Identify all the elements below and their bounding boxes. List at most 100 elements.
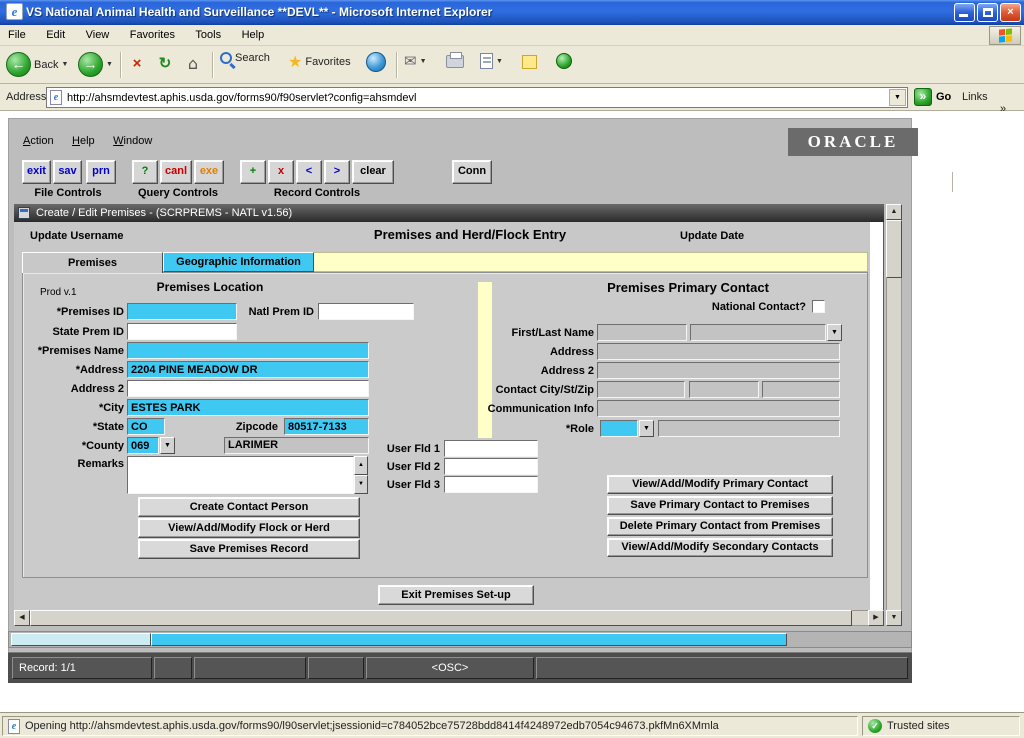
- role-dropdown-icon[interactable]: ▼: [639, 420, 654, 437]
- scroll-up-icon[interactable]: ▲: [886, 204, 902, 220]
- forward-button[interactable]: → ▼: [78, 52, 113, 77]
- query-button[interactable]: ?: [132, 160, 158, 184]
- delete-record-button[interactable]: x: [268, 160, 294, 184]
- create-contact-person-button[interactable]: Create Contact Person: [138, 497, 360, 517]
- search-button[interactable]: Search: [220, 52, 270, 64]
- stop-button[interactable]: ×: [126, 52, 148, 74]
- applet-menu-help[interactable]: Help: [65, 132, 102, 150]
- forward-dropdown-icon[interactable]: ▼: [106, 61, 113, 68]
- links-button[interactable]: Links »: [962, 91, 1024, 115]
- delete-primary-contact-button[interactable]: Delete Primary Contact from Premises: [607, 517, 833, 536]
- premises-id-field[interactable]: [127, 303, 237, 320]
- tab-premises[interactable]: Premises: [22, 252, 163, 273]
- county-dropdown-icon[interactable]: ▼: [160, 437, 175, 454]
- applet-menu-window[interactable]: Window: [106, 132, 159, 150]
- horizontal-scroll-thumb[interactable]: [30, 610, 852, 626]
- address-field[interactable]: [127, 361, 369, 378]
- save-button[interactable]: sav: [53, 160, 82, 184]
- applet-menu-bar: Action Help Window: [16, 131, 159, 149]
- remarks-scroll-down-icon[interactable]: ▼: [354, 475, 368, 494]
- view-add-modify-flock-button[interactable]: View/Add/Modify Flock or Herd: [138, 518, 360, 538]
- discuss-button[interactable]: [522, 55, 537, 69]
- tab-geographic-information[interactable]: Geographic Information: [163, 252, 314, 272]
- scroll-left-icon[interactable]: ◀: [14, 610, 30, 626]
- user-fld1-label: User Fld 1: [386, 443, 440, 455]
- contact-state-field[interactable]: [689, 381, 759, 398]
- menu-file[interactable]: File: [0, 26, 34, 47]
- exit-premises-setup-button[interactable]: Exit Premises Set-up: [378, 585, 534, 605]
- first-name-field[interactable]: [597, 324, 687, 341]
- view-add-modify-secondary-contacts-button[interactable]: View/Add/Modify Secondary Contacts: [607, 538, 833, 557]
- links-chevron-icon[interactable]: »: [1000, 103, 1006, 115]
- address-input[interactable]: [67, 89, 885, 106]
- mail-icon: ✉: [404, 52, 417, 70]
- back-dropdown-icon[interactable]: ▼: [61, 61, 68, 68]
- vertical-scroll-thumb[interactable]: [886, 220, 902, 278]
- add-record-button[interactable]: +: [240, 160, 266, 184]
- title-bar[interactable]: e VS National Animal Health and Surveill…: [0, 0, 1024, 25]
- contact-address-field[interactable]: [597, 343, 840, 360]
- messenger-button[interactable]: [556, 53, 572, 69]
- state-prem-id-field[interactable]: [127, 323, 237, 340]
- national-contact-checkbox[interactable]: [812, 300, 825, 313]
- mail-button[interactable]: ✉ ▼: [404, 52, 427, 70]
- user-fld2-field[interactable]: [444, 458, 538, 475]
- applet-menu-action[interactable]: Action: [16, 132, 61, 150]
- contact-address2-field[interactable]: [597, 362, 840, 379]
- scroll-right-icon[interactable]: ▶: [868, 610, 884, 626]
- print-control-button[interactable]: prn: [86, 160, 116, 184]
- address2-field[interactable]: [127, 380, 369, 397]
- minimize-button[interactable]: [954, 3, 975, 22]
- premises-name-field[interactable]: [127, 342, 369, 359]
- forms-window-title-bar[interactable]: Create / Edit Premises - (SCRPREMS - NAT…: [14, 204, 884, 222]
- scroll-down-icon[interactable]: ▼: [886, 610, 902, 626]
- home-button[interactable]: ⌂: [182, 52, 204, 74]
- remarks-scroll-up-icon[interactable]: ▲: [354, 456, 368, 475]
- remarks-field[interactable]: [127, 456, 354, 494]
- city-field[interactable]: [127, 399, 369, 416]
- user-fld1-field[interactable]: [444, 440, 538, 457]
- previous-record-button[interactable]: <: [296, 160, 322, 184]
- clear-button[interactable]: clear: [352, 160, 394, 184]
- menu-tools[interactable]: Tools: [187, 26, 229, 47]
- address-dropdown-icon[interactable]: ▼: [889, 89, 906, 106]
- go-button[interactable]: » Go: [914, 88, 951, 106]
- address-input-box[interactable]: e ▼: [46, 87, 908, 108]
- user-fld3-field[interactable]: [444, 476, 538, 493]
- role-field[interactable]: [600, 420, 638, 437]
- mail-dropdown-icon[interactable]: ▼: [420, 58, 427, 65]
- back-button[interactable]: ← Back ▼: [6, 52, 68, 77]
- contact-zip-field[interactable]: [762, 381, 840, 398]
- close-button[interactable]: ×: [1000, 3, 1021, 22]
- menu-edit[interactable]: Edit: [38, 26, 73, 47]
- history-button[interactable]: [366, 52, 386, 72]
- address-bar: Address e ▼ » Go Links »: [0, 84, 1024, 111]
- county-field[interactable]: [127, 437, 159, 454]
- favorites-button[interactable]: ★ Favorites: [288, 52, 351, 72]
- last-name-field[interactable]: [690, 324, 826, 341]
- menu-help[interactable]: Help: [234, 26, 273, 47]
- exit-button[interactable]: exit: [22, 160, 51, 184]
- menu-favorites[interactable]: Favorites: [122, 26, 183, 47]
- cancel-query-button[interactable]: canl: [160, 160, 192, 184]
- save-premises-record-button[interactable]: Save Premises Record: [138, 539, 360, 559]
- edit-button[interactable]: ▼: [480, 53, 503, 69]
- execute-query-button[interactable]: exe: [194, 160, 224, 184]
- contact-city-field[interactable]: [597, 381, 685, 398]
- print-button[interactable]: [446, 55, 464, 68]
- state-field[interactable]: [127, 418, 165, 435]
- edit-dropdown-icon[interactable]: ▼: [496, 58, 503, 65]
- name-dropdown-icon[interactable]: ▼: [827, 324, 842, 341]
- natl-prem-id-field[interactable]: [318, 303, 414, 320]
- zipcode-field[interactable]: [284, 418, 369, 435]
- view-add-modify-primary-contact-button[interactable]: View/Add/Modify Primary Contact: [607, 475, 833, 494]
- maximize-button[interactable]: [977, 3, 998, 22]
- conn-button[interactable]: Conn: [452, 160, 492, 184]
- save-primary-contact-button[interactable]: Save Primary Contact to Premises: [607, 496, 833, 515]
- toolbar-separator: [212, 52, 213, 78]
- refresh-button[interactable]: ↻: [154, 52, 176, 74]
- address-label: *Address: [24, 364, 124, 376]
- communication-info-field[interactable]: [597, 400, 840, 417]
- menu-view[interactable]: View: [78, 26, 118, 47]
- next-record-button[interactable]: >: [324, 160, 350, 184]
